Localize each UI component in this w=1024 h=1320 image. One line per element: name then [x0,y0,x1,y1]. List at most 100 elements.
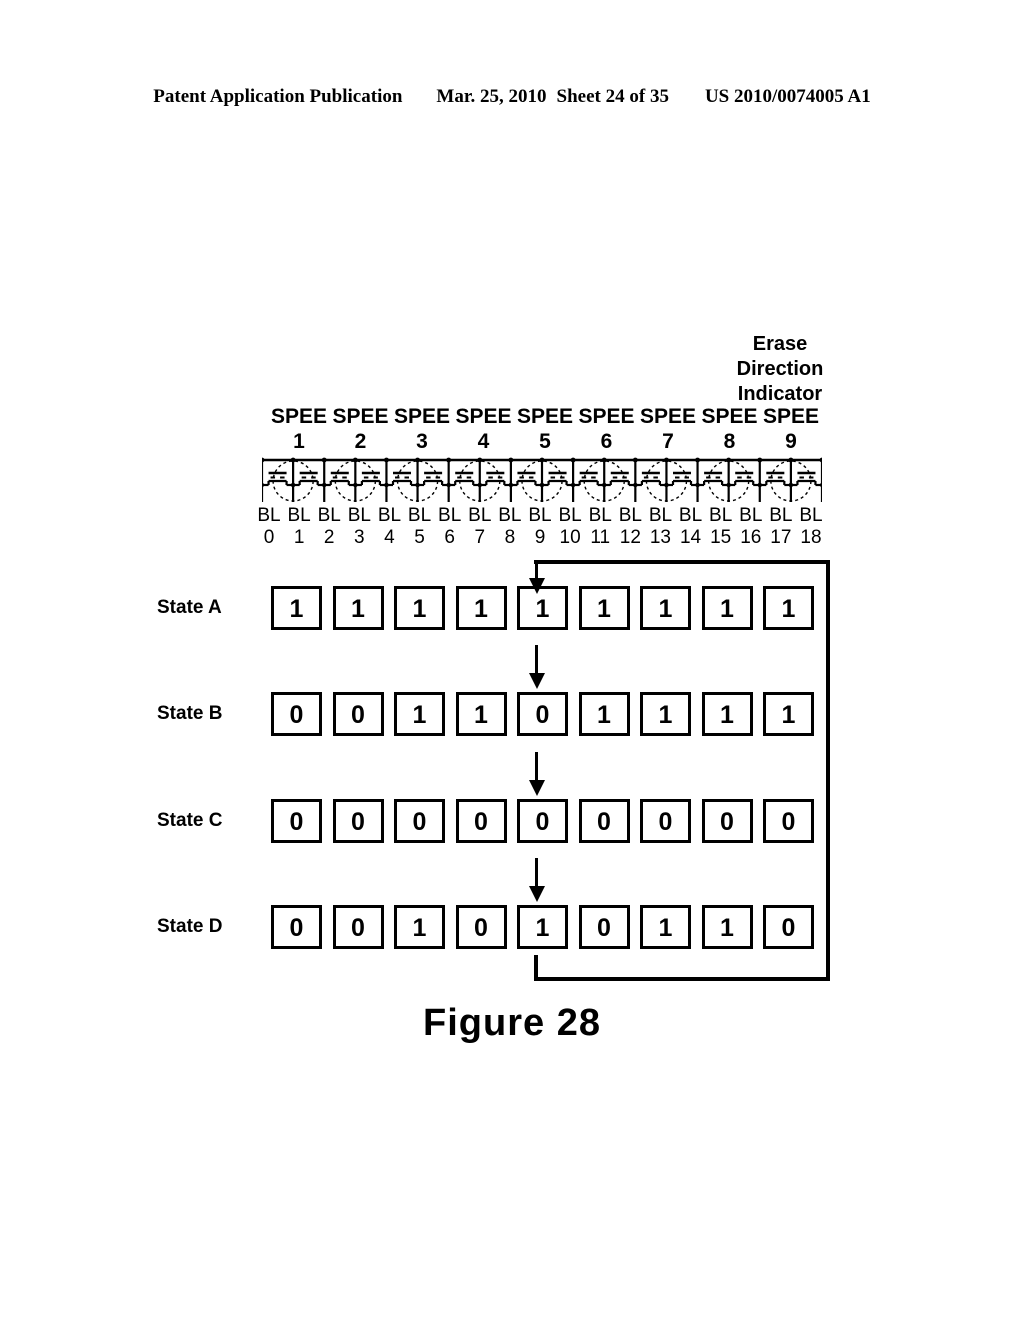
bitline-index: 11 [590,527,611,548]
bitline-name: BL [407,505,432,526]
bit-box[interactable]: 1 [271,586,322,630]
erase-indicator-line-3: Indicator [737,383,823,405]
bit-box[interactable]: 1 [394,905,445,949]
spee-label-9: SPEE [762,405,820,428]
bit-box[interactable]: 1 [455,692,507,736]
bitline-index: 0 [263,527,275,548]
bit-box[interactable]: 1 [394,586,445,630]
bitline-name: BL [588,505,612,526]
bitline-label-2: BL 2 [314,505,344,549]
bit-box[interactable]: 0 [578,905,630,949]
bit-box[interactable]: 0 [332,692,384,736]
loop-left-stub [534,955,538,981]
bit-box[interactable]: 1 [701,905,753,949]
bit-box[interactable]: 0 [271,905,322,949]
bitline-name: BL [347,505,371,526]
bitline-index: 18 [800,527,822,548]
arrow-head [529,578,545,594]
bitline-index: 14 [679,527,702,548]
bit-box[interactable]: 1 [578,586,630,630]
bit-box[interactable]: 0 [394,799,445,843]
bit-box[interactable]: 0 [332,799,384,843]
bitline-index: 6 [444,527,455,548]
arrow-shaft [535,752,538,780]
bit-box[interactable]: 1 [517,905,568,949]
bit-box[interactable]: 0 [640,799,691,843]
spee-label-4: SPEE [455,405,512,428]
bit-box[interactable]: 0 [455,905,507,949]
spee-label-6: SPEE [578,405,635,428]
erase-indicator-line-1: Erase [752,333,808,355]
bit-box[interactable]: 0 [578,799,630,843]
bitline-label-7: BL 7 [465,505,495,549]
state-row-state-a: State A111111111 [0,586,1024,632]
arrow-state-c-to-d [529,858,545,902]
bitline-index: 10 [559,527,581,548]
arrow-into-state-a [529,562,545,594]
spee-label-7: SPEE [639,405,697,428]
bitline-label-1: BL 1 [284,505,314,549]
bit-box[interactable]: 1 [332,586,384,630]
bitline-name: BL [498,505,522,526]
bitline-label-9: BL 9 [525,505,555,549]
cell-array-svg [262,457,822,502]
state-label: State D [157,916,223,937]
bit-box[interactable]: 0 [517,799,568,843]
state-row-state-d: State D001010110 [0,905,1024,951]
arrow-head [529,886,545,902]
loop-top-rail [534,560,830,564]
bit-box[interactable]: 1 [701,692,753,736]
bit-box[interactable]: 1 [640,692,691,736]
bit-box[interactable]: 1 [578,692,630,736]
bit-box[interactable]: 1 [763,586,814,630]
arrow-shaft [535,858,538,886]
bitline-name: BL [618,505,642,526]
bit-box[interactable]: 0 [455,799,507,843]
bitline-name: BL [739,505,763,526]
bit-box[interactable]: 1 [394,692,445,736]
bit-box[interactable]: 0 [271,692,322,736]
spee-label-1: SPEE [270,405,328,428]
bitline-label-6: BL 6 [435,505,465,549]
bitline-label-13: BL 13 [645,505,675,549]
bit-box[interactable]: 0 [332,905,384,949]
spee-label-5: SPEE [516,405,574,428]
bit-box[interactable]: 0 [271,799,322,843]
bitline-name: BL [317,505,341,526]
bit-box[interactable]: 0 [763,905,814,949]
bitline-label-8: BL 8 [495,505,525,549]
bit-box[interactable]: 1 [640,905,691,949]
bitline-label-row: BL 0 BL 1 BL 2 BL 3 BL 4 BL 5 BL 6 BL 7 BL 8 BL 9 BL 10 BL 11 BL… [254,505,826,551]
spee-label-8: SPEE [701,405,758,428]
bit-box[interactable]: 0 [517,692,568,736]
arrow-state-a-to-b [529,645,545,689]
bit-box[interactable]: 1 [701,586,753,630]
bitline-name: BL [799,505,823,526]
bitline-name: BL [287,505,311,526]
bitline-index: 5 [414,527,425,548]
bit-box[interactable]: 0 [701,799,753,843]
bit-box[interactable]: 1 [763,692,814,736]
bitline-label-14: BL 14 [676,505,706,549]
bitline-index: 12 [619,527,641,548]
bitline-label-3: BL 3 [344,505,374,549]
spee-number-6: 6 [600,430,613,453]
erase-direction-indicator-label: Erase Direction Indicator [690,332,870,407]
bit-box[interactable]: 0 [763,799,814,843]
spee-number-5: 5 [539,430,551,453]
erase-indicator-line-2: Direction [736,358,824,380]
state-label: State C [157,810,223,831]
bitline-name: BL [468,505,492,526]
bitline-index: 1 [293,527,305,548]
arrow-head [529,780,545,796]
spee-number-9: 9 [785,430,797,453]
bit-box[interactable]: 1 [640,586,691,630]
bitline-name: BL [438,505,462,526]
bitline-label-15: BL 15 [706,505,736,549]
spee-number-row: 1 2 3 4 5 6 7 8 9 [268,430,823,454]
bit-box[interactable]: 1 [455,586,507,630]
bitline-label-10: BL 10 [555,505,585,549]
state-label: State A [157,597,222,618]
bitline-label-16: BL 16 [736,505,766,549]
bitline-name: BL [769,505,793,526]
